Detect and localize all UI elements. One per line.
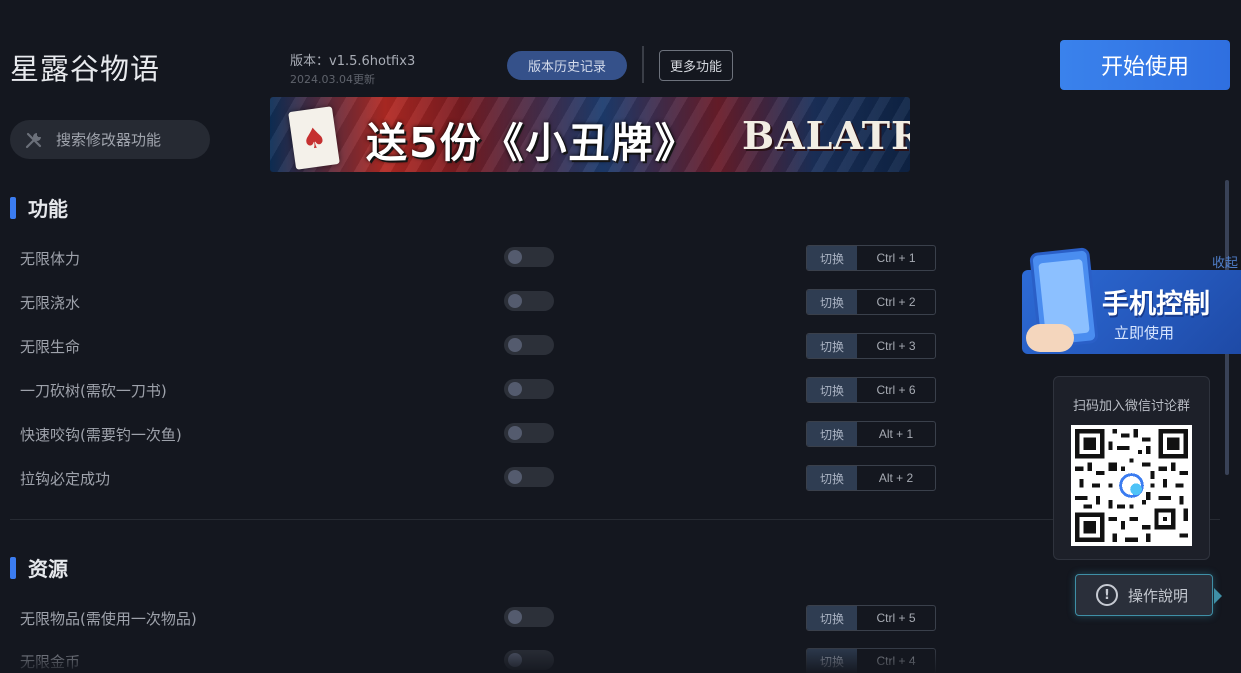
toggle-knob [508, 338, 522, 352]
section-header: 功能 [10, 193, 68, 222]
hotkey-binding[interactable]: 切换 Ctrl + 2 [806, 289, 936, 315]
section-title: 功能 [28, 197, 68, 221]
hotkey-key: Ctrl + 6 [876, 383, 916, 397]
hotkey-mode: 切换 [807, 422, 857, 446]
hotkey-binding[interactable]: 切换 Ctrl + 1 [806, 245, 936, 271]
promo-banner[interactable]: ♠ 送5份《小丑牌》 BALATRO [270, 97, 910, 172]
hotkey-binding[interactable]: 切换 Ctrl + 5 [806, 605, 936, 631]
hotkey-key: Ctrl + 1 [876, 251, 916, 265]
hotkey-key: Ctrl + 2 [876, 295, 916, 309]
hotkey-binding[interactable]: 切换 Ctrl + 6 [806, 377, 936, 403]
exclamation-circle-icon: ! [1096, 584, 1118, 606]
toggle-knob [508, 610, 522, 624]
search-placeholder: 搜索修改器功能 [56, 131, 162, 149]
cheat-label: 一刀砍树(需砍一刀书) [20, 382, 167, 400]
toggle-knob [508, 382, 522, 396]
cheat-toggle[interactable] [504, 650, 554, 670]
hotkey-key: Ctrl + 4 [876, 654, 916, 668]
cheat-toggle[interactable] [504, 291, 554, 311]
toggle-knob [508, 250, 522, 264]
hotkey-mode: 切换 [807, 290, 857, 314]
qr-code [1071, 425, 1192, 546]
hotkey-mode: 切换 [807, 649, 857, 673]
banner-text: 送5份《小丑牌》 [366, 119, 698, 167]
cheat-label: 无限金币 [20, 653, 81, 671]
help-button[interactable]: ! 操作說明 [1075, 574, 1222, 616]
cheat-toggle[interactable] [504, 607, 554, 627]
hotkey-binding[interactable]: 切换 Ctrl + 4 [806, 648, 936, 673]
hotkey-key: Alt + 1 [878, 427, 914, 441]
hotkey-key: Ctrl + 5 [876, 611, 916, 625]
toggle-knob [508, 470, 522, 484]
version-history-button[interactable]: 版本历史记录 [507, 51, 627, 80]
cheat-toggle[interactable] [504, 247, 554, 267]
update-date: 2024.03.04更新 [290, 73, 375, 86]
cheat-label: 拉钩必定成功 [20, 470, 111, 488]
cheat-label: 无限生命 [20, 338, 81, 356]
hotkey-binding[interactable]: 切换 Ctrl + 3 [806, 333, 936, 359]
toggle-knob [508, 294, 522, 308]
hotkey-binding[interactable]: 切换 Alt + 2 [806, 465, 936, 491]
section-accent-bar [10, 196, 16, 219]
cheat-label: 无限物品(需使用一次物品) [20, 610, 197, 628]
hotkey-mode: 切换 [807, 606, 857, 630]
section-title: 资源 [28, 557, 68, 581]
hotkey-key: Ctrl + 3 [876, 339, 916, 353]
cheat-toggle[interactable] [504, 379, 554, 399]
cheat-label: 无限体力 [20, 250, 81, 268]
toggle-knob [508, 426, 522, 440]
phone-control-banner[interactable]: 手机控制 立即使用 [1022, 247, 1241, 356]
header-divider [642, 46, 644, 83]
search-input[interactable]: 搜索修改器功能 [10, 120, 210, 159]
section-header: 资源 [10, 553, 68, 582]
toggle-knob [508, 653, 522, 667]
banner-logo: BALATRO [742, 113, 910, 158]
hotkey-mode: 切换 [807, 378, 857, 402]
hotkey-mode: 切换 [807, 466, 857, 490]
start-button[interactable]: 开始使用 [1060, 40, 1230, 90]
qr-label: 扫码加入微信讨论群 [1072, 399, 1190, 414]
help-label: 操作說明 [1128, 586, 1189, 605]
section-divider [10, 519, 1220, 520]
scroll-fade [0, 645, 1241, 673]
wechat-qr-card: 扫码加入微信讨论群 [1053, 376, 1210, 560]
app-title: 星露谷物语 [10, 52, 161, 86]
cheat-toggle[interactable] [504, 467, 554, 487]
phone-control-sub: 立即使用 [1114, 324, 1175, 342]
hotkey-mode: 切换 [807, 246, 857, 270]
hotkey-key: Alt + 2 [878, 471, 914, 485]
cheat-label: 无限浇水 [20, 294, 81, 312]
section-accent-bar [10, 556, 16, 579]
hand-icon [1026, 324, 1074, 352]
cheat-toggle[interactable] [504, 335, 554, 355]
help-arrow-icon [1214, 588, 1222, 604]
hotkey-binding[interactable]: 切换 Alt + 1 [806, 421, 936, 447]
version-text: 版本：v1.5.6hotfix3 [290, 54, 416, 69]
cheat-label: 快速咬钩(需要钓一次鱼) [20, 426, 182, 444]
wrench-cross-icon [25, 132, 42, 148]
hotkey-mode: 切换 [807, 334, 857, 358]
joker-card-icon: ♠ [288, 106, 340, 170]
more-features-button[interactable]: 更多功能 [659, 50, 733, 81]
phone-control-title: 手机控制 [1102, 289, 1210, 320]
cheat-toggle[interactable] [504, 423, 554, 443]
